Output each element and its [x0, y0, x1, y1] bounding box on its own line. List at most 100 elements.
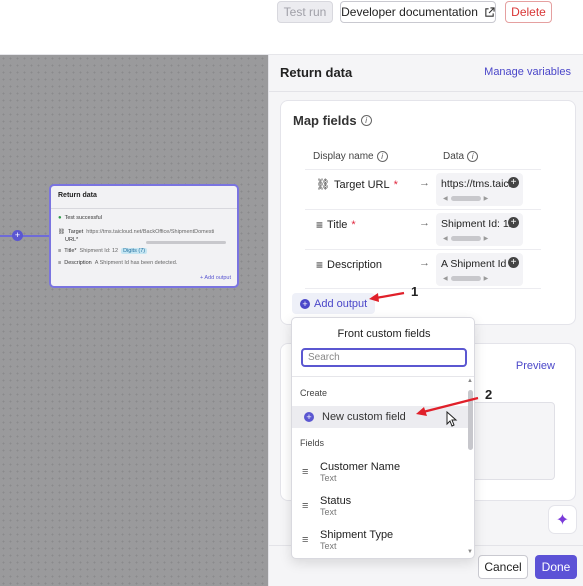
check-circle-icon: ● [58, 215, 62, 221]
text-lines-icon: ≡ [302, 466, 309, 478]
field-option-type: Text [320, 473, 337, 483]
field-option-type: Text [320, 507, 337, 517]
field-option-status[interactable]: ≡ Status Text [302, 492, 462, 522]
cancel-label: Cancel [484, 560, 522, 574]
node-target-value: https://tms.taicloud.net/BackOffice/Ship… [86, 229, 215, 235]
field-row-target-url[interactable]: ⛓ Target URL * [316, 178, 398, 192]
test-run-label: Test run [283, 5, 327, 19]
text-lines-icon: ≡ [58, 260, 62, 266]
add-output-button[interactable]: + Add output [292, 293, 376, 314]
link-icon: ⛓ [316, 179, 330, 191]
developer-documentation-label: Developer documentation [341, 5, 478, 19]
scroll-down-icon[interactable]: ▼ [467, 549, 473, 555]
field-option-shipment-type[interactable]: ≡ Shipment Type Text [302, 526, 462, 556]
field-row-description[interactable]: ≡ Description [316, 258, 382, 272]
add-variable-icon[interactable]: + [508, 177, 519, 188]
node-divider [51, 208, 237, 209]
data-value-description: A Shipment Id has [441, 258, 513, 270]
edge-add-icon[interactable]: + [12, 230, 23, 241]
scroll-thumb[interactable] [468, 390, 473, 450]
text-lines-icon: ≡ [316, 218, 324, 232]
node-add-output-link[interactable]: + Add output [200, 275, 231, 281]
new-custom-field-label: New custom field [322, 411, 406, 423]
custom-fields-dropdown: Front custom fields Create + New custom … [291, 317, 475, 559]
node-title-value: Shipment Id: 12 [79, 248, 119, 254]
node-target-label2: URL* [65, 237, 79, 243]
group-fields-label: Fields [300, 438, 325, 448]
data-input-target-url[interactable]: https://tms.taicloud + ◀▶ [436, 173, 523, 206]
required-asterisk: * [393, 178, 398, 191]
horizontal-scrollbar[interactable]: ◀ ▶ [443, 195, 503, 202]
map-fields-title: Map fields i [293, 113, 372, 128]
node-target-label: Target [67, 229, 84, 235]
scroll-up-icon[interactable]: ▲ [467, 378, 473, 384]
node-desc-row: ≡ Description A Shipment Id has been det… [58, 260, 177, 266]
arrow-right-icon: → [419, 257, 430, 269]
field-name-description: Description [327, 259, 383, 271]
arrow-right-icon: → [419, 177, 430, 189]
search-input[interactable] [301, 348, 467, 367]
dropdown-scrollbar[interactable]: ▲ ▼ [467, 378, 474, 555]
cancel-button[interactable]: Cancel [478, 555, 528, 579]
node-status-text: Test successful [64, 215, 102, 221]
annotation-step-1: 1 [411, 284, 419, 299]
field-option-type: Text [320, 541, 337, 551]
field-row-title[interactable]: ≡ Title * [316, 218, 356, 232]
add-variable-icon[interactable]: + [508, 217, 519, 228]
node-desc-label: Description [64, 260, 92, 266]
field-name-target-url: Target URL [333, 178, 390, 191]
top-toolbar: Test run Developer documentation Delete [0, 0, 583, 55]
test-run-button[interactable]: Test run [277, 1, 333, 23]
link-icon: ⛓ [58, 229, 65, 235]
node-title-label: Title* [64, 248, 77, 254]
data-input-description[interactable]: A Shipment Id has + ◀▶ [436, 253, 523, 286]
data-header: Data i [443, 151, 479, 162]
info-icon[interactable]: i [376, 151, 388, 162]
new-custom-field-option[interactable]: + New custom field [292, 406, 468, 428]
dropdown-divider [292, 376, 474, 377]
sparkle-icon: ✦ [555, 511, 570, 529]
delete-button[interactable]: Delete [505, 1, 552, 23]
annotation-step-2: 2 [485, 387, 493, 402]
row-divider [305, 249, 541, 250]
workflow-canvas[interactable]: + Return data ● Test successful ⛓ Target… [0, 55, 268, 586]
add-variable-icon[interactable]: + [508, 257, 519, 268]
row-divider [305, 209, 541, 210]
add-output-label: Add output [314, 297, 368, 310]
node-target-row: ⛓ Target https://tms.taicloud.net/BackOf… [58, 229, 226, 235]
horizontal-scrollbar[interactable]: ◀ ▶ [443, 275, 503, 282]
row-divider [305, 169, 541, 170]
plus-circle-icon: + [300, 298, 310, 309]
preview-box [467, 402, 555, 480]
info-icon[interactable]: i [360, 115, 372, 126]
data-input-title[interactable]: Shipment Id: 12 + ◀ ▶ [436, 213, 523, 246]
data-header-text: Data [443, 151, 465, 162]
return-data-node[interactable]: Return data ● Test successful ⛓ Target h… [49, 184, 239, 288]
info-icon[interactable]: i [467, 151, 479, 162]
external-link-icon [485, 6, 495, 17]
data-value-title: Shipment Id: 12 [441, 218, 513, 230]
node-status: ● Test successful [58, 215, 102, 221]
preview-link[interactable]: Preview [516, 360, 555, 372]
data-value-target-url: https://tms.taicloud [441, 178, 513, 190]
mouse-cursor-icon [446, 410, 458, 430]
required-asterisk: * [351, 219, 356, 231]
manage-variables-link[interactable]: Manage variables [484, 66, 571, 78]
ai-assistant-button[interactable]: ✦ [548, 505, 577, 534]
developer-documentation-button[interactable]: Developer documentation [340, 1, 496, 23]
text-lines-icon: ≡ [316, 258, 324, 272]
field-option-customer-name[interactable]: ≡ Customer Name Text [302, 458, 462, 488]
done-label: Done [541, 560, 571, 574]
map-fields-card: Map fields i Display name i Data i ⛓ Tar… [280, 100, 576, 325]
text-lines-icon: ≡ [302, 500, 309, 512]
node-desc-value: A Shipment Id has been detected. [94, 260, 178, 266]
field-name-title: Title [327, 219, 348, 231]
dropdown-title: Front custom fields [337, 328, 431, 340]
horizontal-scrollbar[interactable]: ◀ ▶ [443, 235, 503, 242]
done-button[interactable]: Done [535, 555, 577, 579]
panel-title: Return data [280, 65, 353, 80]
row-divider [305, 288, 541, 289]
text-lines-icon: ≡ [58, 248, 62, 254]
group-create-label: Create [300, 388, 328, 398]
node-scrollbar [146, 241, 226, 244]
